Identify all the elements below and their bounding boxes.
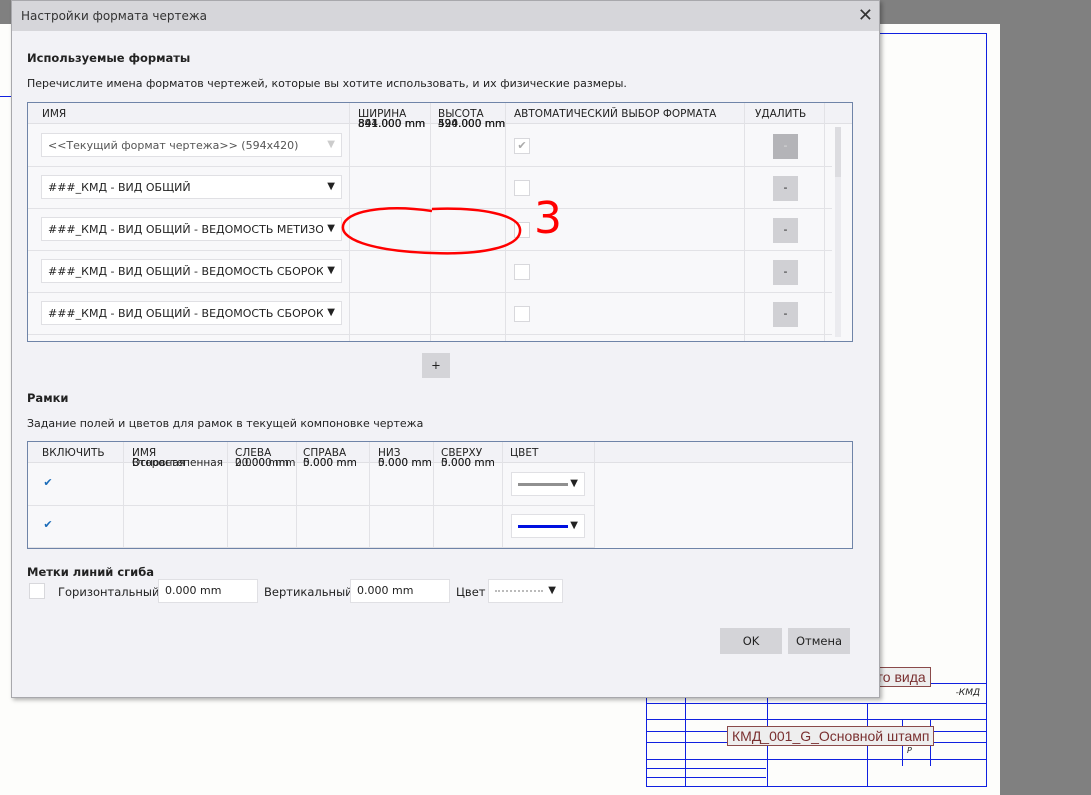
delete-format-button[interactable]: - [773, 134, 798, 159]
fold-color-dropdown[interactable]: ▼ [488, 579, 563, 603]
chevron-down-icon: ▼ [327, 181, 335, 192]
chevron-down-icon: ▼ [570, 520, 578, 531]
format-name: ###_КМД - ВИД ОБЩИЙ [48, 180, 191, 194]
delete-format-button[interactable]: - [773, 176, 798, 201]
horizontal-label: Горизонтальный [58, 585, 160, 599]
format-name-dropdown[interactable]: ###_КМД - ВИД ОБЩИЙ ▼ [41, 175, 342, 199]
dialog-title: Настройки формата чертежа [21, 9, 207, 23]
format-name: ###_КМД - ВИД ОБЩИЙ - ВЕДОМОСТЬ СБОРОК [48, 264, 323, 278]
frame-bottom[interactable]: 5.000 mm [378, 442, 432, 484]
col-enable: ВКЛЮЧИТЬ [42, 446, 105, 459]
delete-format-button[interactable]: - [773, 302, 798, 327]
view-tooltip: го вида [873, 667, 931, 687]
ok-button[interactable]: OK [720, 628, 782, 654]
fold-section-title: Метки линий сгиба [27, 565, 154, 579]
close-icon[interactable]: ✕ [858, 5, 873, 26]
formats-section-title: Используемые форматы [27, 51, 191, 65]
col-auto: АВТОМАТИЧЕСКИЙ ВЫБОР ФОРМАТА [514, 107, 717, 120]
format-name: ###_КМД - ВИД ОБЩИЙ - ВЕДОМОСТЬ МЕТИЗОВ [48, 222, 323, 236]
horizontal-input[interactable]: 0.000 mm [158, 579, 258, 603]
cancel-button[interactable]: Отмена [788, 628, 850, 654]
stamp-tooltip: КМД_001_G_Основной штамп [727, 726, 935, 746]
format-width: 841.000 mm [358, 118, 426, 130]
frame-name: Второстепенная [132, 457, 223, 469]
auto-select-checkbox[interactable] [514, 180, 530, 196]
fold-color-label: Цвет [456, 585, 486, 599]
delete-format-button[interactable]: - [773, 260, 798, 285]
frames-table: ВКЛЮЧИТЬ ИМЯ СЛЕВА СПРАВА НИЗ СВЕРХУ ЦВЕ… [27, 441, 853, 549]
col-name: ИМЯ [42, 107, 67, 120]
col-color: ЦВЕТ [510, 446, 539, 459]
sheet-frame-line [0, 96, 11, 97]
chevron-down-icon: ▼ [548, 585, 556, 596]
chevron-down-icon: ▼ [327, 265, 335, 276]
auto-select-checkbox[interactable] [514, 306, 530, 322]
format-name-dropdown[interactable]: <<Текущий формат чертежа>> (594x420) ▼ [41, 133, 342, 157]
frame-enable-checkbox[interactable]: ✔ [40, 518, 56, 534]
frame-color-dropdown[interactable]: ▼ [511, 514, 585, 538]
frames-description: Задание полей и цветов для рамок в текущ… [27, 417, 424, 430]
add-format-button[interactable]: + [422, 353, 450, 378]
format-height: 594.000 mm [438, 118, 506, 130]
col-delete: УДАЛИТЬ [755, 107, 807, 120]
annotation-number: 3 [534, 193, 562, 244]
format-name-dropdown[interactable]: ###_КМД - ВИД ОБЩИЙ - ВЕДОМОСТЬ СБОРОК ▼ [41, 259, 342, 283]
chevron-down-icon: ▼ [327, 307, 335, 318]
format-name: <<Текущий формат чертежа>> (594x420) [48, 138, 299, 152]
frame-enable-checkbox[interactable]: ✔ [40, 476, 56, 492]
format-name-dropdown[interactable]: ###_КМД - ВИД ОБЩИЙ - ВЕДОМОСТЬ МЕТИЗОВ ▼ [41, 217, 342, 241]
vertical-input[interactable]: 0.000 mm [350, 579, 450, 603]
formats-description: Перечислите имена форматов чертежей, кот… [27, 77, 627, 90]
frame-top[interactable]: 5.000 mm [441, 442, 495, 484]
drawing-format-dialog: Настройки формата чертежа ✕ Используемые… [11, 0, 880, 698]
frames-section-title: Рамки [27, 391, 69, 405]
stamp-code: -КМД [955, 688, 980, 698]
frame-left[interactable]: 20.000 mm [235, 442, 296, 484]
format-name-dropdown[interactable]: ###_КМД - ВИД ОБЩИЙ - ВЕДОМОСТЬ СБОРОК -… [41, 301, 342, 325]
vertical-label: Вертикальный [264, 585, 353, 599]
dialog-titlebar: Настройки формата чертежа [12, 1, 879, 31]
scrollbar[interactable] [835, 127, 841, 337]
delete-format-button[interactable]: - [773, 218, 798, 243]
frame-color-dropdown[interactable]: ▼ [511, 472, 585, 496]
chevron-down-icon: ▼ [570, 478, 578, 489]
chevron-down-icon: ▼ [327, 139, 335, 150]
auto-select-checkbox[interactable]: ✔ [514, 138, 530, 154]
stamp-letter: Р [907, 746, 912, 755]
auto-select-checkbox[interactable] [514, 264, 530, 280]
frame-right[interactable]: 5.000 mm [303, 442, 357, 484]
format-name: ###_КМД - ВИД ОБЩИЙ - ВЕДОМОСТЬ СБОРОК - [48, 306, 323, 320]
fold-enable-checkbox[interactable] [29, 583, 45, 599]
